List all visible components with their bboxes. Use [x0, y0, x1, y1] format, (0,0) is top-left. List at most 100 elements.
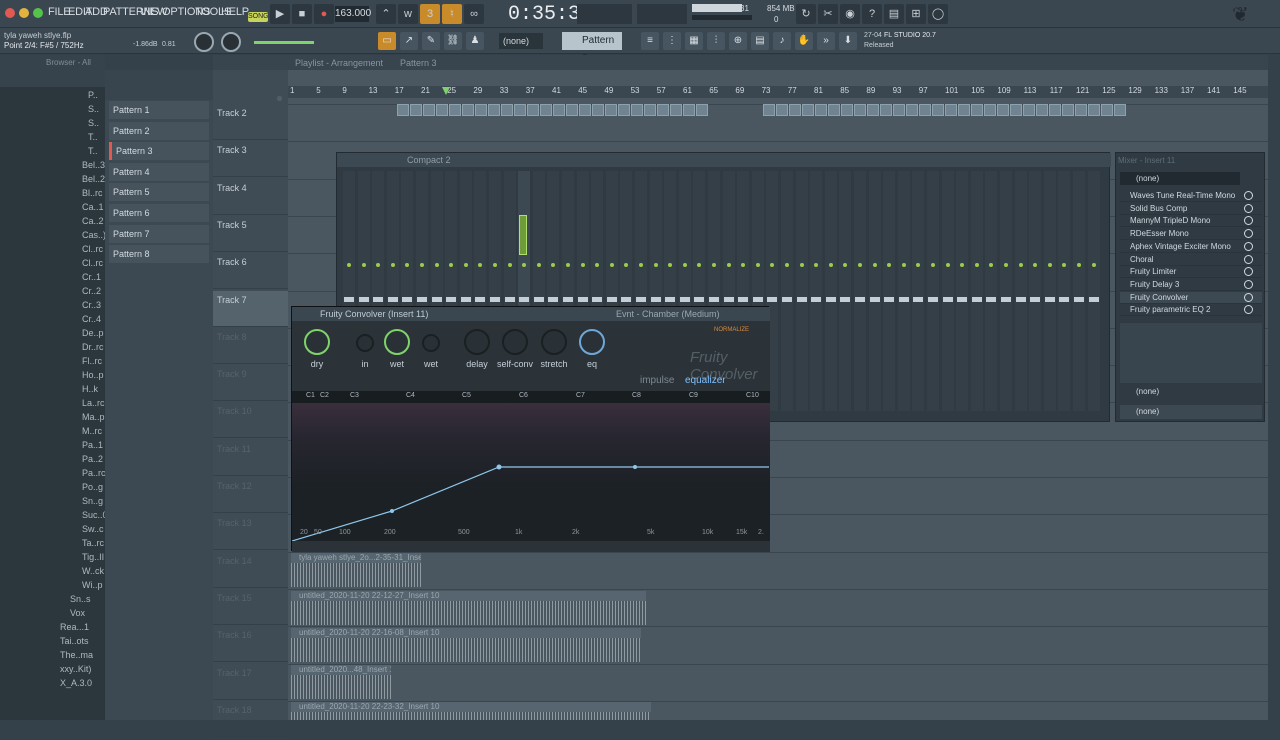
eq-point-2[interactable] — [496, 464, 502, 470]
slot-mix-knob[interactable] — [1244, 254, 1253, 264]
pattern-clip[interactable] — [1062, 104, 1074, 116]
mixer-strip[interactable] — [941, 171, 954, 411]
mixer-strip[interactable] — [912, 171, 925, 411]
mixer-strip-led[interactable] — [361, 263, 366, 267]
pattern-clip[interactable] — [1114, 104, 1126, 116]
audio-clip[interactable]: untitled_2020-11-20 22-12-27_Insert 10 — [291, 591, 646, 629]
menu-help[interactable]: HELP — [221, 6, 249, 18]
mixer-strip-led[interactable] — [858, 263, 862, 267]
pattern-clip[interactable] — [854, 104, 866, 116]
browser-item[interactable]: Bl..rc — [0, 186, 105, 200]
mixer-strip-led[interactable] — [960, 263, 965, 267]
save-icon[interactable]: ▤ — [884, 4, 904, 24]
pattern-clip[interactable] — [841, 104, 853, 116]
browser-item[interactable]: The..ma — [0, 648, 105, 662]
song-time-display[interactable]: 0:35:33 — [508, 3, 592, 26]
pattern-clip[interactable] — [566, 104, 578, 116]
mixer-fader[interactable] — [373, 297, 384, 302]
mixer-fader[interactable] — [563, 297, 573, 302]
mixer-strip-led[interactable] — [405, 263, 410, 267]
slot-mix-knob[interactable] — [1244, 292, 1253, 302]
mixer-strip-led[interactable] — [551, 263, 556, 267]
mixer-strip-led[interactable] — [507, 263, 512, 267]
pattern-clip[interactable] — [984, 104, 996, 116]
effect-slot[interactable]: Fruity Convolver — [1120, 291, 1262, 304]
mixer-strip-led[interactable] — [463, 263, 468, 267]
pattern-clip[interactable] — [501, 104, 513, 116]
playlist-icon[interactable]: ≡ — [641, 32, 659, 50]
tempo-display[interactable]: 163.000 — [335, 6, 371, 22]
pattern-clip[interactable] — [802, 104, 814, 116]
mixer-strip-led[interactable] — [347, 263, 351, 267]
mixer-fader[interactable] — [738, 297, 749, 302]
mixer-strip[interactable] — [810, 171, 823, 411]
mixer-strip-led[interactable] — [1077, 263, 1081, 267]
touch-icon[interactable]: ✋ — [795, 32, 813, 50]
mixer-strip-led[interactable] — [420, 263, 424, 267]
pattern-clip[interactable] — [696, 104, 708, 116]
effect-slot[interactable]: RDeEsser Mono — [1120, 228, 1262, 241]
mixer-strip-led[interactable] — [449, 263, 454, 267]
convolver-knob-eq[interactable] — [579, 329, 605, 355]
pattern-clip[interactable] — [423, 104, 435, 116]
grid-icon[interactable]: ⊞ — [906, 4, 926, 24]
pattern-clip[interactable] — [1010, 104, 1022, 116]
mixer-strip[interactable] — [1014, 171, 1027, 411]
mixer-strip[interactable] — [824, 171, 837, 411]
record-icon[interactable]: ● — [314, 4, 334, 24]
mixer-fader[interactable] — [519, 297, 530, 302]
mixer-strip-led[interactable] — [828, 263, 833, 267]
track-header[interactable]: Track 9 — [213, 365, 288, 402]
pencil-icon[interactable]: ✎ — [422, 32, 440, 50]
mixer-strip-led[interactable] — [580, 263, 585, 267]
refresh-icon[interactable]: ↻ — [796, 4, 816, 24]
browser-item[interactable]: Bel..2 — [0, 172, 105, 186]
mixer-strip-led[interactable] — [916, 263, 921, 267]
mixer-strip-led[interactable] — [1018, 263, 1023, 267]
track-header[interactable]: Track 13 — [213, 514, 288, 551]
pattern-clip[interactable] — [945, 104, 957, 116]
mixer-strip-led[interactable] — [974, 263, 979, 267]
browser-item[interactable]: Rea...1 — [0, 620, 105, 634]
chat-icon[interactable]: ◯ — [928, 4, 948, 24]
convolver-knob-self-conv[interactable] — [502, 329, 528, 355]
browser-item[interactable]: Ca..2 — [0, 214, 105, 228]
mixer-fader[interactable] — [1088, 297, 1099, 302]
mixer-fader[interactable] — [767, 297, 778, 302]
eq-point-3[interactable] — [633, 465, 637, 469]
mixer-strip-led[interactable] — [624, 263, 629, 267]
cut-icon[interactable]: ✂ — [818, 4, 838, 24]
mixer-fader[interactable] — [1074, 297, 1084, 302]
browser-item[interactable]: Tig..II — [0, 550, 105, 564]
mixer-strip-led[interactable] — [785, 263, 789, 267]
mixer-strip-led[interactable] — [1062, 263, 1067, 267]
pattern-clip[interactable] — [462, 104, 474, 116]
eq-point-1[interactable] — [390, 509, 394, 513]
wait-input-icon[interactable]: w — [398, 4, 418, 24]
pattern-clip[interactable] — [1088, 104, 1100, 116]
track-header[interactable]: Track 8 — [213, 328, 288, 364]
mixer-fader[interactable] — [840, 297, 851, 302]
browser-item[interactable]: T.. — [0, 130, 105, 144]
browser-item[interactable]: Suc..0 — [0, 508, 105, 522]
mixer-fader[interactable] — [825, 297, 836, 302]
piano-roll-icon[interactable]: ⋮ — [663, 32, 681, 50]
browser-item[interactable]: Ho..p — [0, 368, 105, 382]
mixer-fader[interactable] — [417, 297, 427, 302]
timeline-ruler[interactable]: 1 5 9 13 17 21 25 29 33 37 41 45 49 53 57 61 65 69 73 77 81 8… — [288, 86, 1268, 98]
mixer-strip-led[interactable] — [945, 263, 950, 267]
help-icon[interactable]: ? — [862, 4, 882, 24]
pattern-clip[interactable] — [1049, 104, 1061, 116]
browser-item[interactable]: Pa..2 — [0, 452, 105, 466]
mixer-strip-led[interactable] — [931, 263, 935, 267]
audio-clip[interactable]: untitled_2020-11-20 22-23-32_Insert 10 — [291, 702, 651, 740]
pattern-clip[interactable] — [436, 104, 448, 116]
snap-select[interactable]: (none) — [499, 33, 543, 49]
mixer-fader[interactable] — [431, 297, 442, 302]
mixer-strip-led[interactable] — [493, 263, 497, 267]
effect-slot[interactable]: Fruity parametric EQ 2 — [1120, 304, 1262, 317]
mixer-fader[interactable] — [942, 297, 953, 302]
mixer-fader[interactable] — [957, 297, 968, 302]
stamp-icon[interactable]: ♟ — [466, 32, 484, 50]
mixer-fader[interactable] — [694, 297, 705, 302]
